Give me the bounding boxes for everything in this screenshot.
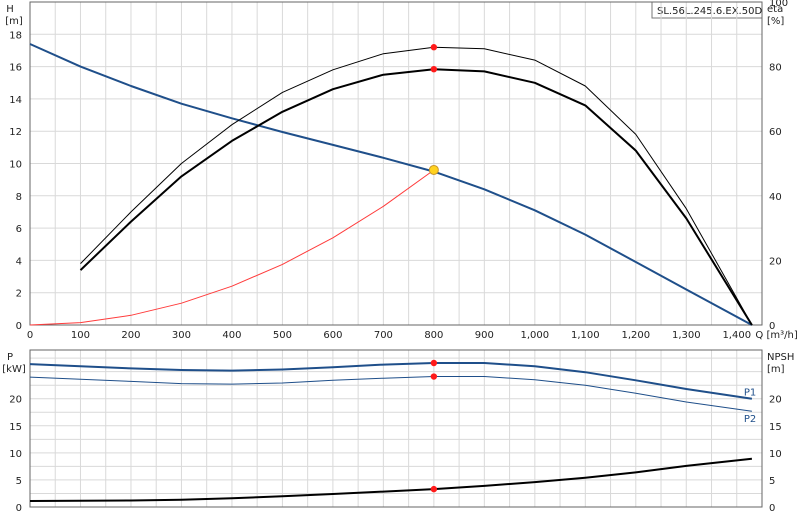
right-tick-label: 20	[769, 395, 782, 406]
right-tick-label: 15	[769, 422, 782, 433]
x-tick-label: 800	[424, 330, 443, 341]
x-tick-label: 1,300	[672, 330, 701, 341]
left-axis-name: P	[7, 352, 13, 363]
right-axis-name: eta	[767, 4, 783, 15]
plot-frame	[29, 349, 763, 508]
left-axis-unit: [kW]	[2, 364, 26, 375]
left-axis-name: H	[6, 4, 14, 15]
series-label-P2: P2	[744, 414, 756, 425]
right-tick-label: 80	[769, 63, 782, 74]
right-axis-unit: [m]	[767, 364, 785, 375]
x-tick-label: 0	[27, 330, 33, 341]
x-tick-label: 200	[121, 330, 140, 341]
duty-point-marker	[430, 485, 438, 493]
x-tick-label: 100	[71, 330, 90, 341]
left-tick-label: 12	[9, 127, 22, 138]
right-axis-unit: [%]	[767, 16, 784, 27]
left-tick-label: 15	[9, 422, 22, 433]
left-tick-label: 10	[9, 160, 22, 171]
left-tick-label: 8	[16, 192, 22, 203]
x-tick-label: 300	[172, 330, 191, 341]
right-tick-label: 40	[769, 192, 782, 203]
left-axis-unit: [m]	[5, 16, 23, 27]
chart-panel-1: 024681012141618020406080100H[m]eta[%]0 10…	[5, 0, 798, 341]
duty-point-marker	[430, 359, 438, 367]
x-tick-label: 900	[475, 330, 494, 341]
duty-point-marker	[430, 44, 438, 51]
right-tick-label: 60	[769, 127, 782, 138]
pump-curve-chart: SL.56L.245.6.EX.50D 0 2 4 6 8 10 12 14 16 18 0 20 40 6…	[0, 0, 800, 520]
series-line-head	[29, 43, 753, 326]
x-tick-label: 500	[273, 330, 292, 341]
series-line-P1	[29, 362, 753, 400]
model-label: SL.56L.245.6.EX.50D	[657, 6, 762, 17]
left-tick-label: 0	[16, 503, 22, 514]
right-tick-label: 5	[769, 476, 775, 487]
duty-point-marker	[430, 373, 438, 380]
pump-curve-svg: SL.56L.245.6.EX.50D 0 2 4 6 8 10 12 14 16 18 0 20 40 6…	[2, 0, 798, 514]
duty-point-marker	[428, 164, 439, 175]
x-tick-label: 600	[323, 330, 342, 341]
chart-panel-2: 0 5 10 15 20 0 5 10 15 20 P[kW] NPSH[m] P1 P2	[2, 349, 794, 514]
x-tick-label: 400	[222, 330, 241, 341]
left-tick-label: 14	[9, 95, 22, 106]
left-tick-label: 18	[9, 30, 22, 41]
left-tick-label: 5	[16, 476, 22, 487]
x-tick-label: 700	[374, 330, 393, 341]
duty-point-marker	[430, 65, 438, 73]
right-axis-name: NPSH	[767, 352, 794, 363]
left-tick-label: 4	[16, 256, 22, 267]
left-tick-label: 20	[9, 395, 22, 406]
series-label-P1: P1	[744, 388, 756, 399]
left-tick-label: 2	[16, 289, 22, 300]
right-tick-label: 0	[769, 503, 775, 514]
left-tick-label: 6	[16, 224, 22, 235]
right-tick-label: 20	[769, 256, 782, 267]
right-tick-label: 10	[769, 449, 782, 460]
x-tick-label: 1,100	[571, 330, 600, 341]
x-tick-label: 1,400	[722, 330, 751, 341]
left-tick-label: 10	[9, 449, 22, 460]
x-tick-label: 1,000	[521, 330, 550, 341]
x-tick-label: 1,200	[621, 330, 650, 341]
left-tick-label: 16	[9, 63, 22, 74]
x-axis-unit: Q [m³/h]	[755, 330, 797, 341]
left-tick-label: 0	[16, 321, 22, 332]
